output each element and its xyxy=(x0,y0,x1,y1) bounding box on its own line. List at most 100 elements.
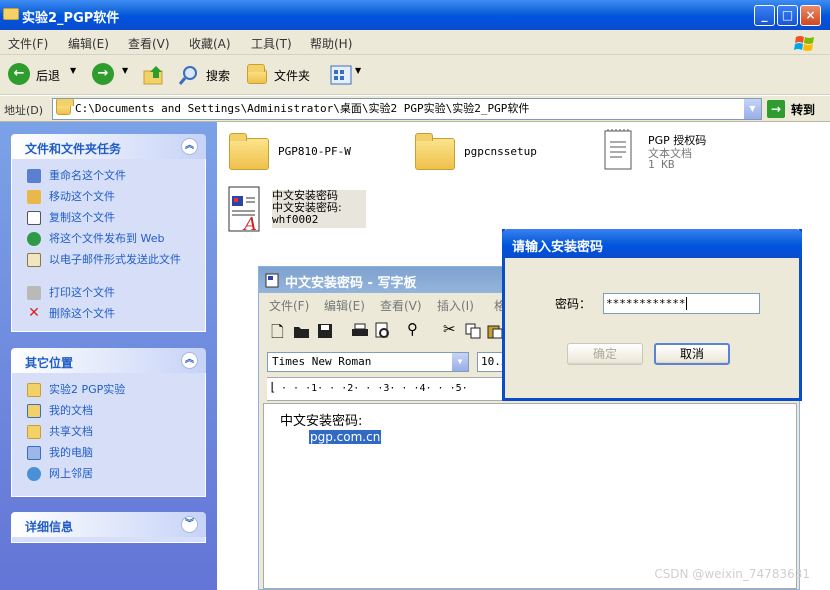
place-pgp-lab[interactable]: 实验2 PGP实验 xyxy=(27,383,207,397)
password-mask: ************ xyxy=(606,297,686,310)
watermark: CSDN @weixin_74783631 xyxy=(654,567,810,581)
ok-button[interactable]: 确定 xyxy=(567,343,643,365)
dialog-title-bar[interactable]: 请输入安装密码 xyxy=(502,229,802,258)
forward-button[interactable]: → ▼ xyxy=(92,63,134,87)
task-move[interactable]: 移动这个文件 xyxy=(27,190,207,204)
address-dropdown-icon[interactable]: ▼ xyxy=(744,99,761,119)
back-dropdown-icon[interactable]: ▼ xyxy=(70,66,76,75)
address-bar: 地址(D) C:\Documents and Settings\Administ… xyxy=(0,96,830,122)
place-shared-documents[interactable]: 共享文档 xyxy=(27,425,207,439)
back-arrow-icon: ← xyxy=(8,63,30,85)
text-document-icon xyxy=(604,129,632,170)
copy-icon[interactable] xyxy=(465,323,481,339)
wp-menu-view[interactable]: 查看(V) xyxy=(380,297,422,314)
password-label: 密码： xyxy=(555,297,592,311)
forward-arrow-icon: → xyxy=(92,63,114,85)
text-cursor xyxy=(686,297,688,310)
folders-button[interactable]: 文件夹 xyxy=(246,63,314,87)
views-button[interactable]: ▼ xyxy=(330,63,364,87)
task-delete[interactable]: ✕ 删除这个文件 xyxy=(27,306,207,321)
views-icon xyxy=(330,65,352,85)
task-rename-label: 重命名这个文件 xyxy=(49,169,126,182)
task-copy-label: 复制这个文件 xyxy=(49,211,115,224)
task-print[interactable]: 打印这个文件 xyxy=(27,286,207,300)
windows-logo-icon xyxy=(794,36,814,51)
open-folder-icon[interactable] xyxy=(293,323,311,339)
printer-icon xyxy=(27,286,41,300)
file-name: PGP810-PF-W xyxy=(278,145,351,158)
file-size: 1 KB xyxy=(648,158,675,171)
folder-icon xyxy=(27,383,41,397)
cancel-button[interactable]: 取消 xyxy=(654,343,730,365)
find-binoculars-icon[interactable]: ⚲ xyxy=(407,320,418,338)
details-panel xyxy=(11,537,206,543)
file-item-pgp810[interactable]: PGP810-PF-W xyxy=(226,130,366,175)
svg-text:A: A xyxy=(242,214,257,234)
password-dialog: 请输入安装密码 密码： ************ 确定 取消 xyxy=(502,229,802,401)
my-documents-icon xyxy=(27,404,41,418)
search-icon xyxy=(178,66,197,85)
font-name-select[interactable]: Times New Roman ▼ xyxy=(267,352,469,372)
document-area[interactable]: 中文安装密码: pgp.com.cn xyxy=(263,403,797,589)
close-button[interactable]: × xyxy=(800,5,821,26)
window-title: 实验2_PGP软件 xyxy=(22,11,120,26)
place-network-label: 网上邻居 xyxy=(49,467,93,480)
cut-icon[interactable]: ✂ xyxy=(443,320,456,338)
back-label: 后退 xyxy=(36,69,61,83)
file-item-pgpcnssetup[interactable]: pgpcnssetup xyxy=(410,130,550,175)
task-email[interactable]: 以电子邮件形式发送此文件 xyxy=(27,253,207,281)
place-my-computer[interactable]: 我的电脑 xyxy=(27,446,207,460)
menu-bar: 文件(F) 编辑(E) 查看(V) 收藏(A) 工具(T) 帮助(H) xyxy=(0,30,830,55)
collapse-chevron-icon[interactable]: ︽ xyxy=(181,352,198,369)
maximize-button[interactable]: □ xyxy=(777,5,798,26)
wp-menu-file[interactable]: 文件(F) xyxy=(269,297,309,314)
other-places-header[interactable]: 其它位置 ︽ xyxy=(11,348,206,373)
menu-file[interactable]: 文件(F) xyxy=(8,35,48,52)
menu-tools[interactable]: 工具(T) xyxy=(251,35,292,52)
menu-favorites[interactable]: 收藏(A) xyxy=(189,35,231,52)
forward-dropdown-icon[interactable]: ▼ xyxy=(122,66,128,75)
menu-help[interactable]: 帮助(H) xyxy=(310,35,352,52)
menu-view[interactable]: 查看(V) xyxy=(128,35,170,52)
password-input[interactable]: ************ xyxy=(603,293,760,314)
address-input[interactable]: C:\Documents and Settings\Administrator\… xyxy=(52,98,762,120)
file-item-pgp-license[interactable]: PGP 授权码 文本文档 1 KB xyxy=(600,128,750,178)
search-button[interactable]: 搜索 xyxy=(178,63,238,87)
file-name: pgpcnssetup xyxy=(464,145,537,158)
save-icon[interactable] xyxy=(317,323,333,339)
paste-icon[interactable] xyxy=(487,323,503,339)
other-places-panel: 实验2 PGP实验 我的文档 共享文档 我的电脑 网上邻居 xyxy=(11,373,206,497)
menu-edit[interactable]: 编辑(E) xyxy=(68,35,109,52)
file-name-line3: whf0002 xyxy=(272,213,319,226)
computer-icon xyxy=(27,446,41,460)
copy-icon xyxy=(27,211,41,225)
shared-folder-icon xyxy=(27,425,41,439)
font-dropdown-icon[interactable]: ▼ xyxy=(452,353,468,371)
new-doc-icon[interactable]: 🗋 xyxy=(271,321,284,348)
place-network[interactable]: 网上邻居 xyxy=(27,467,207,481)
address-label: 地址(D) xyxy=(4,104,44,117)
expand-chevron-icon[interactable]: ︾ xyxy=(181,516,198,533)
file-item-chinese-password[interactable]: A 中文安装密码 中文安装密码: whf0002 xyxy=(224,184,369,234)
details-header[interactable]: 详细信息 ︾ xyxy=(11,512,206,537)
file-tasks-header[interactable]: 文件和文件夹任务 ︽ xyxy=(11,134,206,159)
wp-menu-edit[interactable]: 编辑(E) xyxy=(324,297,365,314)
title-bar[interactable]: 实验2_PGP软件 _ □ × xyxy=(0,0,830,30)
up-folder-button[interactable] xyxy=(142,63,168,87)
rename-icon xyxy=(27,169,41,183)
minimize-button[interactable]: _ xyxy=(754,5,775,26)
wp-menu-insert[interactable]: 插入(I) xyxy=(437,297,474,314)
place-my-documents[interactable]: 我的文档 xyxy=(27,404,207,418)
toolbar: ← 后退 ▼ → ▼ 搜索 文件夹 ▼ xyxy=(0,55,830,95)
print-preview-icon[interactable] xyxy=(374,322,392,340)
print-icon[interactable] xyxy=(351,323,369,339)
collapse-chevron-icon[interactable]: ︽ xyxy=(181,138,198,155)
task-email-label: 以电子邮件形式发送此文件 xyxy=(49,253,181,266)
place-my-documents-label: 我的文档 xyxy=(49,404,93,417)
task-rename[interactable]: 重命名这个文件 xyxy=(27,169,207,183)
back-button[interactable]: ← 后退 ▼ xyxy=(8,63,80,87)
task-publish-web[interactable]: 将这个文件发布到 Web xyxy=(27,232,207,246)
ruler-marks: · · ·1· · ·2· · ·3· · ·4· · ·5· xyxy=(281,383,468,394)
task-copy[interactable]: 复制这个文件 xyxy=(27,211,207,225)
task-move-label: 移动这个文件 xyxy=(49,190,115,203)
